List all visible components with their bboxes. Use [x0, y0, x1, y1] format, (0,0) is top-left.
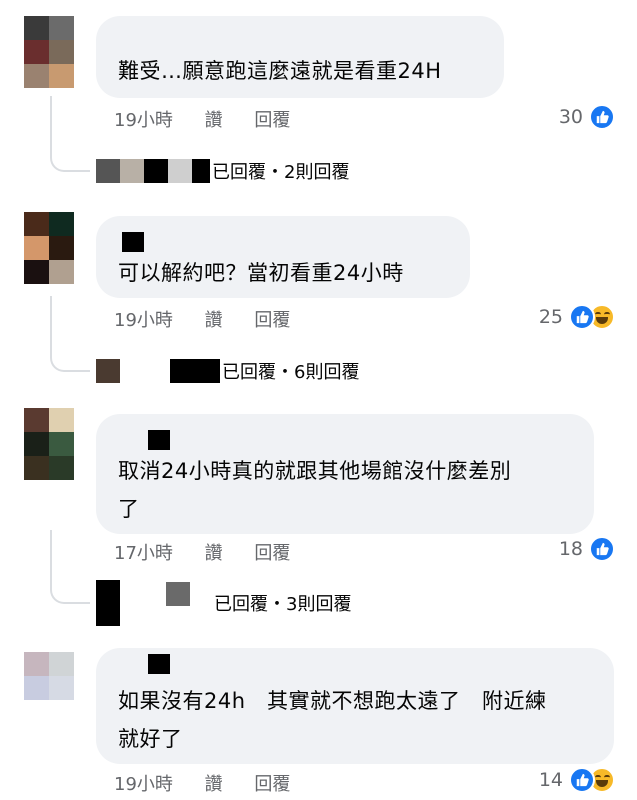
replies-label[interactable]: 已回覆・6則回覆 [222, 358, 359, 384]
avatar[interactable] [24, 212, 74, 284]
avatar[interactable] [24, 652, 74, 700]
comment-time[interactable]: 17小時 [114, 543, 173, 564]
comment-meta: 19小時 讚 回覆 [114, 306, 316, 332]
reaction-summary[interactable]: 14 [539, 767, 615, 793]
view-replies[interactable]: 已回覆・2則回覆 [96, 158, 349, 184]
thread-line [50, 296, 90, 372]
reply-button[interactable]: 回覆 [254, 310, 290, 331]
thread-line [50, 96, 90, 172]
replier-avatar [96, 580, 120, 626]
comment-time[interactable]: 19小時 [114, 110, 173, 131]
comment-meta: 17小時 讚 回覆 [114, 539, 316, 565]
avatar[interactable] [24, 16, 74, 88]
comment-bubble: 難受…願意跑這麼遠就是看重24H [96, 16, 504, 98]
reaction-count: 18 [558, 538, 583, 560]
redacted-name [148, 654, 170, 674]
like-icon [569, 304, 595, 330]
replier-avatar [96, 159, 120, 183]
reply-button[interactable]: 回覆 [254, 543, 290, 564]
like-icon [569, 767, 595, 793]
comment-meta: 19小時 讚 回覆 [114, 106, 316, 132]
replier-avatar [96, 359, 120, 383]
comment-time[interactable]: 19小時 [114, 774, 173, 795]
like-button[interactable]: 讚 [205, 310, 223, 331]
reaction-summary[interactable]: 18 [559, 536, 615, 562]
comment-text: 可以解約吧？當初看重24小時 [118, 261, 404, 285]
thread-line [50, 530, 90, 604]
replies-label[interactable]: 已回覆・3則回覆 [214, 590, 351, 616]
comment-bubble: 可以解約吧？當初看重24小時 [96, 216, 470, 298]
like-icon [589, 104, 615, 130]
like-button[interactable]: 讚 [205, 110, 223, 131]
comment-meta: 19小時 讚 回覆 [114, 770, 316, 796]
replies-label[interactable]: 已回覆・2則回覆 [212, 158, 349, 184]
comment-text: 取消24小時真的就跟其他場館沒什麼差別 了 [118, 459, 512, 521]
reaction-count: 30 [558, 106, 583, 128]
like-icon [589, 536, 615, 562]
redacted-name [122, 232, 144, 252]
view-replies[interactable]: 已回覆・3則回覆 [96, 580, 351, 626]
redacted-name [148, 430, 170, 450]
like-button[interactable]: 讚 [205, 774, 223, 795]
reaction-summary[interactable]: 30 [559, 104, 615, 130]
reaction-count: 14 [538, 769, 563, 791]
comment-bubble: 如果沒有24h 其實就不想跑太遠了 附近練 就好了 [96, 648, 614, 764]
comment-text: 如果沒有24h 其實就不想跑太遠了 附近練 就好了 [118, 689, 547, 751]
reaction-count: 25 [538, 306, 563, 328]
avatar[interactable] [24, 408, 74, 480]
comment-text: 難受…願意跑這麼遠就是看重24H [118, 59, 442, 83]
reply-button[interactable]: 回覆 [254, 110, 290, 131]
reply-button[interactable]: 回覆 [254, 774, 290, 795]
like-button[interactable]: 讚 [205, 543, 223, 564]
reaction-summary[interactable]: 25 [539, 304, 615, 330]
view-replies[interactable]: 已回覆・6則回覆 [96, 358, 359, 384]
comment-bubble: 取消24小時真的就跟其他場館沒什麼差別 了 [96, 414, 594, 534]
comment-time[interactable]: 19小時 [114, 310, 173, 331]
